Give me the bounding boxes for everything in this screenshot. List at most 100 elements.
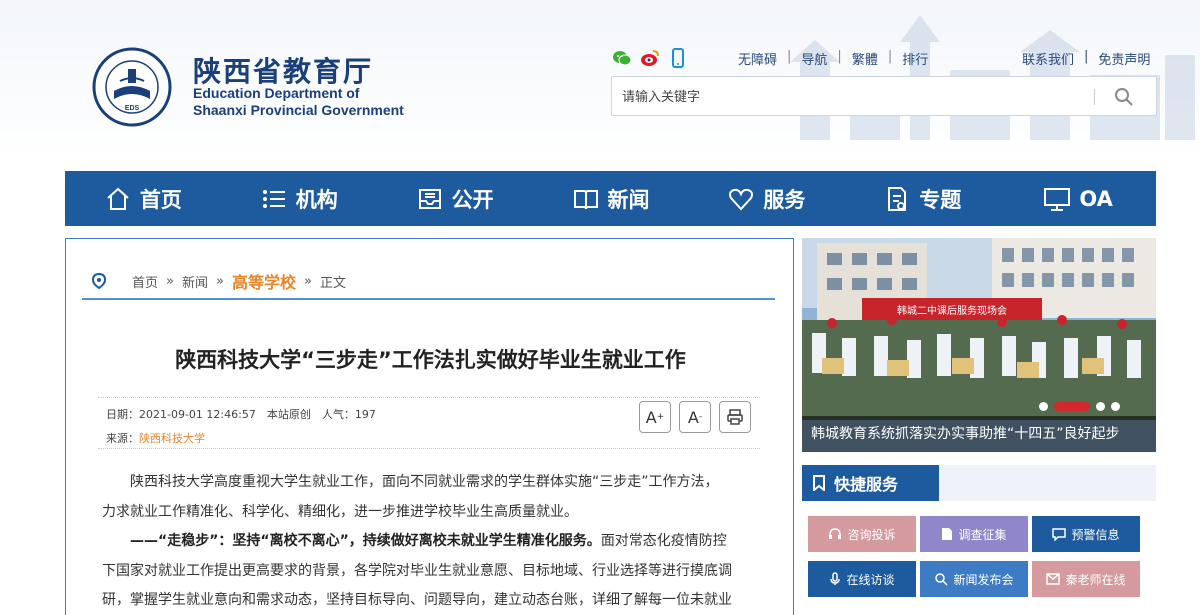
toplinks-right: 联系我们 | 免责声明 — [1022, 49, 1150, 68]
news-slideshow[interactable]: 韩城二中课后服务现场会 韩城教育系统抓落实办实事助推“十四五”良好起步 — [802, 238, 1156, 452]
article-body: 陕西科技大学高度重视大学生就业工作，面向不同就业需求的学生群体实施“三步走”工作… — [102, 468, 762, 615]
paragraph: 下国家对就业工作提出更高要求的背景，各学院对毕业生就业意愿、目标地域、行业选择等… — [102, 562, 732, 579]
online-interview-button[interactable]: 在线访谈 — [808, 561, 916, 597]
crumb-separator: » — [303, 273, 312, 289]
slide-caption[interactable]: 韩城教育系统抓落实办实事助推“十四五”良好起步 — [802, 416, 1156, 452]
teacher-qin-button[interactable]: 秦老师在线 — [1032, 561, 1140, 597]
nav-oa[interactable]: OA — [1000, 171, 1156, 226]
list-icon — [262, 189, 285, 208]
quick-service-title: 快捷服务 — [834, 475, 899, 494]
document-icon — [888, 186, 907, 211]
eds-emblem-logo[interactable]: EDS — [92, 47, 172, 127]
paragraph: ——“走稳步”：坚持“离校不离心”，持续做好离校未就业学生精准化服务。面对常态化… — [102, 527, 762, 557]
nav-label: 服务 — [763, 187, 806, 212]
toplinks-left: 无障碍 | 导航 | 繁體 | 排行 — [738, 49, 928, 68]
print-button[interactable] — [719, 401, 751, 433]
search-input[interactable] — [622, 86, 1082, 108]
nav-label: 公开 — [451, 187, 494, 212]
article-panel: 首页 » 新闻 » 高等学校 » 正文 陕西科技大学“三步走”工作法扎实做好毕业… — [65, 238, 794, 615]
crumb-separator: » — [166, 273, 174, 289]
survey-button[interactable]: 调查征集 — [920, 516, 1028, 552]
wechat-icon[interactable] — [612, 48, 632, 68]
nav-label: OA — [1079, 186, 1113, 211]
nav-topics[interactable]: 专题 — [844, 171, 1000, 226]
file-icon — [942, 528, 953, 540]
slide-dot[interactable] — [1111, 402, 1120, 411]
book-icon — [573, 189, 598, 209]
link-accessibility[interactable]: 无障碍 — [738, 49, 777, 68]
weibo-icon[interactable] — [640, 48, 660, 68]
nav-news[interactable]: 新闻 — [533, 171, 689, 226]
breadcrumb: 首页 » 新闻 » 高等学校 » 正文 — [92, 269, 346, 293]
paragraph: 力求就业工作精准化、科学化、精细化，进一步推进学校毕业生高质量就业。 — [102, 503, 578, 520]
press-conference-button[interactable]: 新闻发布会 — [920, 561, 1028, 597]
crumb-news[interactable]: 新闻 — [182, 272, 208, 291]
button-label: 预警信息 — [1071, 527, 1120, 542]
font-increase-button[interactable]: A + — [639, 401, 671, 433]
search-box — [611, 76, 1157, 116]
article-title: 陕西科技大学“三步走”工作法扎实做好毕业生就业工作 — [175, 348, 686, 372]
search-divider — [1094, 89, 1095, 105]
separator: | — [1084, 49, 1089, 64]
slide-dot[interactable] — [1096, 402, 1105, 411]
separator: | — [787, 49, 792, 64]
crumb-current: 正文 — [319, 275, 346, 291]
quick-service-tab[interactable]: 快捷服务 — [802, 465, 939, 501]
nav-label: 新闻 — [607, 187, 650, 212]
button-label: 新闻发布会 — [953, 572, 1014, 587]
button-label: 咨询投诉 — [847, 527, 896, 542]
article-meta: 日期：2021-09-01 12:46:57 本站原创 人气：197 来源：陕西… — [98, 397, 760, 449]
paragraph-bold: ——“走稳步”：坚持“离校不离心”，持续做好离校未就业学生精准化服务。 — [130, 533, 601, 549]
crumb-higher-edu[interactable]: 高等学校 — [232, 269, 296, 293]
font-decrease-button[interactable]: A- — [679, 401, 711, 433]
link-navigation[interactable]: 导航 — [801, 49, 827, 68]
site-title-en-line2: Shaanxi Provincial Government — [193, 102, 404, 118]
social-links — [612, 48, 688, 68]
button-label: 秦老师在线 — [1065, 572, 1126, 587]
site-title-en-line1: Education Department of — [193, 85, 360, 101]
nav-label: 首页 — [139, 187, 182, 212]
separator: | — [887, 49, 893, 64]
button-label: 在线访谈 — [846, 572, 895, 587]
site-title-en: Education Department of Shaanxi Provinci… — [193, 85, 404, 119]
link-disclaimer[interactable]: 免责声明 — [1098, 49, 1150, 68]
quick-service-panel: 快捷服务 咨询投诉 调查征集 预警信息 在线访谈 新闻发布会 秦老师在线 — [802, 465, 1156, 615]
main-nav: 首页 机构 公开 新闻 服务 专题 OA — [65, 171, 1156, 226]
nav-service[interactable]: 服务 — [688, 171, 844, 226]
nav-label: 专题 — [919, 187, 962, 212]
mail-icon — [1046, 573, 1061, 585]
svg-text:EDS: EDS — [125, 105, 140, 112]
meta-date-views: 日期：2021-09-01 12:46:57 本站原创 人气：197 — [106, 408, 376, 421]
source-label: 来源： — [106, 432, 139, 445]
link-traditional[interactable]: 繁體 — [852, 49, 878, 68]
chat-icon — [1052, 528, 1067, 541]
paragraph: 研，掌握学生就业意向和需求动态，坚持目标导向、问题导向，建立动态台账，详细了解每… — [102, 592, 732, 608]
monitor-icon — [1044, 187, 1071, 211]
headset-icon — [829, 528, 842, 539]
alert-info-button[interactable]: 预警信息 — [1032, 516, 1140, 552]
crumb-home[interactable]: 首页 — [132, 272, 158, 291]
skyline-decoration — [790, 15, 1195, 140]
slide-dot[interactable] — [1039, 402, 1048, 411]
nav-organization[interactable]: 机构 — [221, 171, 377, 226]
breadcrumb-divider — [82, 298, 775, 300]
button-label: 调查征集 — [958, 527, 1007, 542]
link-ranking[interactable]: 排行 — [902, 49, 928, 68]
consult-complaint-button[interactable]: 咨询投诉 — [808, 516, 916, 552]
slide-dot-active[interactable] — [1054, 402, 1090, 411]
quick-service-header: 快捷服务 — [802, 465, 1156, 501]
search-icon — [935, 573, 949, 586]
search-icon[interactable] — [1112, 85, 1136, 109]
mobile-icon[interactable] — [668, 48, 688, 68]
slide-dots — [1039, 402, 1120, 411]
print-icon — [727, 409, 743, 425]
home-icon — [107, 187, 129, 210]
nav-public[interactable]: 公开 — [377, 171, 533, 226]
link-contact[interactable]: 联系我们 — [1022, 49, 1074, 68]
source-link[interactable]: 陕西科技大学 — [139, 432, 205, 445]
bookmark-icon — [813, 475, 825, 491]
site-title: 陕西省教育厅 — [193, 55, 374, 88]
nav-label: 机构 — [295, 187, 338, 212]
paragraph-rest: 面对常态化疫情防控 — [600, 533, 727, 549]
nav-home[interactable]: 首页 — [65, 171, 221, 226]
